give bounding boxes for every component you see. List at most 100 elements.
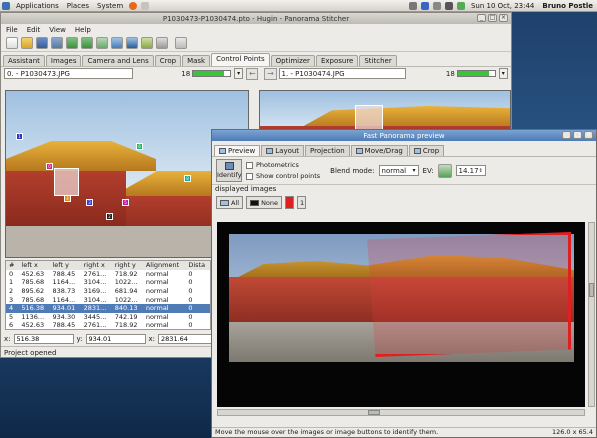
- col-alignment[interactable]: Alignment: [143, 261, 186, 270]
- help-icon[interactable]: [175, 37, 187, 49]
- save-project-icon[interactable]: [36, 37, 48, 49]
- none-button[interactable]: None: [246, 196, 283, 209]
- battery-icon[interactable]: [456, 1, 465, 10]
- menu-places[interactable]: Places: [63, 2, 93, 10]
- cp-marker[interactable]: 6: [136, 143, 143, 150]
- cp-marker[interactable]: 1: [16, 133, 23, 140]
- image-1-toggle[interactable]: 1: [297, 196, 307, 209]
- fast-preview-icon[interactable]: [141, 37, 153, 49]
- minimize-icon[interactable]: _: [477, 14, 486, 22]
- table-header: # left x left y right x right y Alignmen…: [6, 261, 210, 270]
- blend-mode-select[interactable]: normal ▾: [378, 165, 419, 176]
- col-distance[interactable]: Dista: [185, 261, 210, 270]
- hugin-titlebar[interactable]: P1030473-P1030474.pto - Hugin - Panorama…: [1, 13, 511, 24]
- tab-optimizer[interactable]: Optimizer: [270, 55, 315, 66]
- reset-ev-icon[interactable]: [437, 163, 452, 178]
- col-left-y[interactable]: left y: [50, 261, 81, 270]
- show-cp-checkbox[interactable]: Show control points: [246, 172, 320, 180]
- table-row-selected[interactable]: 4 516.38 934.01 2831... 840.13 normal 0: [6, 303, 210, 313]
- tab-exposure[interactable]: Exposure: [315, 55, 359, 66]
- open-project-icon[interactable]: [21, 37, 33, 49]
- tab-images[interactable]: Images: [45, 55, 82, 66]
- mail-icon[interactable]: [432, 1, 441, 10]
- tab-preview[interactable]: Preview: [214, 145, 261, 156]
- minimize-icon[interactable]: _: [562, 131, 571, 139]
- redo-icon[interactable]: [81, 37, 93, 49]
- col-right-x[interactable]: right x: [81, 261, 112, 270]
- photometrics-checkbox[interactable]: Photometrics: [246, 161, 320, 169]
- ev-stepper[interactable]: 14.17 ⇕: [455, 165, 486, 176]
- tab-projection[interactable]: Projection: [305, 145, 350, 156]
- menu-applications[interactable]: Applications: [12, 2, 63, 10]
- add-images-icon[interactable]: [96, 37, 108, 49]
- right-image-select[interactable]: 1. - P1030474.JPG: [278, 68, 406, 79]
- undo-icon[interactable]: [66, 37, 78, 49]
- col-id[interactable]: #: [6, 261, 18, 270]
- scroll-thumb[interactable]: [368, 410, 380, 415]
- cp-marker[interactable]: 5: [122, 199, 129, 206]
- network-icon[interactable]: [408, 1, 417, 10]
- clock[interactable]: Sun 10 Oct, 23:44: [467, 2, 538, 10]
- tab-crop[interactable]: Crop: [154, 55, 182, 66]
- table-row[interactable]: 3 785.68 1164... 3104... 1022... normal 0: [6, 295, 210, 304]
- gl-preview-icon[interactable]: [156, 37, 168, 49]
- cp-marker[interactable]: 4: [64, 195, 71, 202]
- x2-label: x:: [148, 334, 156, 343]
- cp-marker[interactable]: 3: [86, 199, 93, 206]
- preview-icon[interactable]: [126, 37, 138, 49]
- tab-stitcher[interactable]: Stitcher: [359, 55, 397, 66]
- firefox-icon[interactable]: [129, 1, 138, 10]
- menu-view[interactable]: View: [49, 26, 66, 34]
- tab-control-points[interactable]: Control Points: [211, 53, 270, 66]
- table-cell: 2761...: [83, 321, 107, 330]
- next-image-icon[interactable]: →: [264, 67, 277, 80]
- user-name[interactable]: Bruno Postle: [538, 2, 597, 10]
- cp-marker[interactable]: 2: [106, 213, 113, 220]
- tab-assistant[interactable]: Assistant: [3, 55, 45, 66]
- tab-camera-lens[interactable]: Camera and Lens: [82, 55, 154, 66]
- maximize-icon[interactable]: □: [488, 14, 497, 22]
- identify-button[interactable]: Identify: [216, 159, 242, 182]
- vertical-scrollbar[interactable]: [588, 222, 595, 407]
- new-project-icon[interactable]: [6, 37, 18, 49]
- menu-help[interactable]: Help: [75, 26, 91, 34]
- menu-edit[interactable]: Edit: [27, 26, 41, 34]
- menu-file[interactable]: File: [6, 26, 18, 34]
- volume-icon[interactable]: [444, 1, 453, 10]
- all-button[interactable]: All: [216, 196, 244, 209]
- optimize-icon[interactable]: [111, 37, 123, 49]
- prev-image-icon[interactable]: ←: [246, 67, 259, 80]
- notes-icon[interactable]: [141, 1, 150, 10]
- table-row[interactable]: 6 452.63 788.45 2761... 718.92 normal 0: [6, 321, 210, 330]
- image-0-toggle[interactable]: [285, 196, 295, 209]
- panorama-preview[interactable]: [217, 222, 585, 407]
- left-y-field[interactable]: [85, 333, 146, 344]
- scroll-thumb[interactable]: [589, 283, 594, 297]
- maximize-icon[interactable]: □: [573, 131, 582, 139]
- save-as-icon[interactable]: [51, 37, 63, 49]
- right-x-field[interactable]: [158, 333, 214, 344]
- close-icon[interactable]: ×: [499, 14, 508, 22]
- horizontal-scrollbar[interactable]: [217, 409, 585, 416]
- left-x-field[interactable]: [13, 333, 74, 344]
- table-row[interactable]: 1 785.68 1164... 3104... 1022... normal 0: [6, 278, 210, 287]
- tab-crop[interactable]: Crop: [408, 145, 445, 156]
- tab-move-drag[interactable]: Move/Drag: [350, 145, 408, 156]
- tab-layout[interactable]: Layout: [261, 145, 305, 156]
- tab-mask[interactable]: Mask: [182, 55, 211, 66]
- cp-marker[interactable]: 8: [184, 175, 191, 182]
- close-icon[interactable]: ×: [584, 131, 593, 139]
- left-image-select[interactable]: 0. - P1030473.JPG: [4, 68, 134, 79]
- cp-marker[interactable]: 0: [46, 163, 53, 170]
- left-dropdown-icon[interactable]: ▾: [233, 68, 244, 79]
- table-row[interactable]: 0 452.63 788.45 2761... 718.92 normal 0: [6, 270, 210, 279]
- right-dropdown-icon[interactable]: ▾: [498, 68, 508, 79]
- bluetooth-icon[interactable]: [420, 1, 429, 10]
- table-row[interactable]: 2 895.62 838.73 3169... 681.94 normal 0: [6, 287, 210, 296]
- menu-system[interactable]: System: [93, 2, 127, 10]
- table-row[interactable]: 5 1136... 934.30 3445... 742.19 normal 0: [6, 313, 210, 322]
- foot-icon[interactable]: [2, 1, 10, 10]
- col-left-x[interactable]: left x: [18, 261, 49, 270]
- col-right-y[interactable]: right y: [112, 261, 143, 270]
- preview-titlebar[interactable]: Fast Panorama preview _ □ ×: [212, 130, 596, 141]
